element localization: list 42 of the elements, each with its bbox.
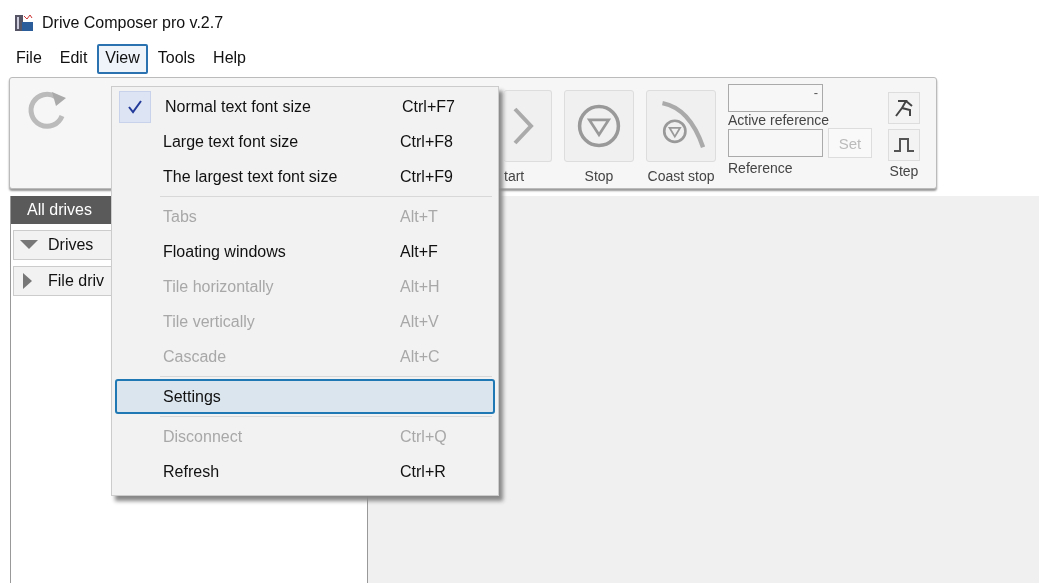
button-label: Coast stop [647, 168, 715, 184]
menu-item[interactable]: View [97, 44, 148, 74]
shortcut-label: Ctrl+R [400, 462, 446, 481]
menu-item[interactable]: Edit [51, 44, 96, 74]
run-button[interactable] [888, 92, 920, 124]
menu-item[interactable]: Tools [149, 44, 204, 74]
menu-item[interactable]: Large text font size Ctrl+F8 [115, 124, 495, 159]
shortcut-label: Alt+H [400, 277, 440, 296]
shortcut-label: Ctrl+F8 [400, 132, 453, 151]
button-label: tart [504, 168, 525, 184]
window-title: Drive Composer pro v.2.7 [42, 14, 224, 32]
menu-item[interactable]: Refresh Ctrl+R [115, 454, 495, 489]
check-icon [127, 98, 143, 115]
field-label: Reference [728, 160, 794, 176]
shortcut-label: Ctrl+F7 [402, 97, 455, 116]
menu-item[interactable]: Settings [115, 379, 495, 414]
menu-item[interactable]: Floating windows Alt+F [115, 234, 495, 269]
shortcut-label: Alt+C [400, 347, 440, 366]
shortcut-label: Ctrl+F9 [400, 167, 453, 186]
reference-field[interactable] [728, 129, 823, 157]
active-reference-field: - [728, 84, 823, 112]
stop-button[interactable] [564, 90, 634, 162]
step-button[interactable] [888, 129, 920, 161]
start-button[interactable] [504, 90, 552, 162]
app-icon [14, 13, 34, 33]
tree-item-label: File driv [48, 272, 104, 290]
tree-item-label: Drives [48, 236, 94, 254]
shortcut-label: Alt+T [400, 207, 438, 226]
button-label: Stop [584, 168, 614, 184]
start-icon [512, 106, 534, 146]
shortcut-label: Ctrl+Q [400, 427, 447, 446]
menu-item[interactable]: Normal text font size Ctrl+F7 [115, 89, 495, 124]
shortcut-label: Alt+F [400, 242, 438, 261]
sidebar-tab[interactable]: All drives [11, 196, 112, 224]
menu-item[interactable]: Help [205, 44, 254, 74]
coast-button[interactable] [646, 90, 716, 162]
menu-item[interactable]: File [8, 44, 50, 74]
field-label: Active reference [728, 112, 831, 128]
button-label: Step [889, 163, 919, 179]
shortcut-label: Alt+V [400, 312, 439, 331]
menu-item[interactable]: The largest text font size Ctrl+F9 [115, 159, 495, 194]
step-signal-icon [892, 135, 916, 155]
